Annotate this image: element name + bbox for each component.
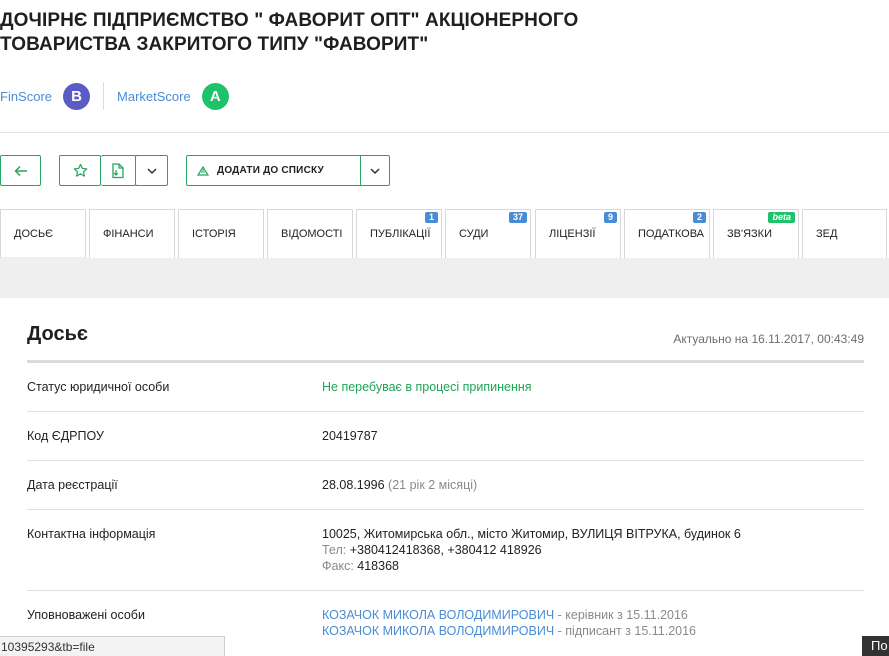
tab-label: ЗЕД [816,228,838,240]
phone-line: Тел: +380412418368, +380412 418926 [322,542,741,558]
registration-age: (21 рік 2 місяці) [388,478,478,492]
back-button[interactable] [0,155,41,186]
tab-label: ПУБЛІКАЦІЇ [370,228,431,240]
finscore-link[interactable]: FinScore [0,89,52,104]
star-icon [73,163,87,177]
authorized-person: КОЗАЧОК МИКОЛА ВОЛОДИМИРОВИЧ - керівник … [322,607,696,623]
add-to-list-group: ДОДАТИ ДО СПИСКУ [186,155,390,186]
tab-label: ВІДОМОСТІ [281,228,343,240]
person-role: - керівник з 15.11.2016 [554,608,688,622]
registration-date: 28.08.1996 [322,478,385,492]
row-divider [27,590,864,591]
tab-dossier[interactable]: ДОСЬЄ [0,209,86,258]
tab-label: ПОДАТКОВА [638,228,705,240]
company-title-line1: ДОЧІРНЄ ПІДПРИЄМСТВО " ФАВОРИТ ОПТ" АКЦІ… [0,10,579,31]
section-title: Досьє [27,323,88,345]
person-link[interactable]: КОЗАЧОК МИКОЛА ВОЛОДИМИРОВИЧ [322,608,554,622]
list-triangle-icon [197,165,209,176]
favorite-button[interactable] [59,155,101,186]
registration-label: Дата реєстрації [27,478,118,492]
export-button[interactable] [101,155,136,186]
authorized-person: КОЗАЧОК МИКОЛА ВОЛОДИМИРОВИЧ - підписант… [322,623,696,639]
section-title-rule [27,360,864,363]
add-to-list-label: ДОДАТИ ДО СПИСКУ [217,165,324,176]
fax-label: Факс: [322,559,354,573]
company-title: ДОЧІРНЄ ПІДПРИЄМСТВО " ФАВОРИТ ОПТ" АКЦІ… [0,9,720,57]
company-title-line2: ТОВАРИСТВА ЗАКРИТОГО ТИПУ "ФАВОРИТ" [0,34,429,55]
chevron-down-icon [370,167,380,174]
contacts-value: 10025, Житомирська обл., місто Житомир, … [322,526,741,574]
header-divider [0,132,889,133]
edrpou-value: 20419787 [322,429,378,443]
status-label: Статус юридичної особи [27,380,170,394]
courts-count-badge: 37 [508,212,527,223]
licenses-count-badge: 9 [603,212,617,223]
tab-licenses[interactable]: ЛІЦЕНЗІЇ 9 [535,209,621,258]
phone-value: +380412418368, +380412 418926 [349,543,542,557]
person-role: - підписант з 15.11.2016 [554,624,697,638]
export-dropdown-button[interactable] [135,155,168,186]
chevron-down-icon [146,167,157,174]
tab-label: СУДИ [459,228,489,240]
registration-value: 28.08.1996 (21 рік 2 місяці) [322,477,477,493]
fax-line: Факс: 418368 [322,558,741,574]
browser-status-url: 10395293&tb=file [0,636,225,656]
tab-publications[interactable]: ПУБЛІКАЦІЇ 1 [356,209,442,258]
actual-timestamp: Актуально на 16.11.2017, 00:43:49 [673,332,864,346]
row-divider [27,411,864,412]
tax-count-badge: 2 [692,212,706,223]
tab-bar: ДОСЬЄ ФІНАНСИ ІСТОРІЯ ВІДОМОСТІ ПУБЛІКАЦ… [0,209,889,258]
file-download-icon [112,162,124,178]
phone-label: Тел: [322,543,347,557]
fax-value: 418368 [357,559,399,573]
contacts-label: Контактна інформація [27,527,156,541]
add-to-list-button[interactable]: ДОДАТИ ДО СПИСКУ [187,156,360,185]
publications-count-badge: 1 [424,212,438,223]
row-divider [27,460,864,461]
marketscore-badge[interactable]: A [201,82,229,110]
score-divider [103,82,105,110]
tab-connections[interactable]: ЗВ'ЯЗКИ beta [713,209,799,258]
tab-label: ФІНАНСИ [103,228,154,240]
tab-tax[interactable]: ПОДАТКОВА 2 [624,209,710,258]
edrpou-label: Код ЄДРПОУ [27,429,104,443]
corner-button[interactable]: По [862,636,889,656]
tab-label: ІСТОРІЯ [192,228,236,240]
tab-foreign-trade[interactable]: ЗЕД [802,209,887,258]
arrow-left-icon [13,165,27,176]
tab-label: ЗВ'ЯЗКИ [727,228,772,240]
row-divider [27,509,864,510]
address: 10025, Житомирська обл., місто Житомир, … [322,527,741,541]
tab-label: ЛІЦЕНЗІЇ [549,228,596,240]
tab-finance[interactable]: ФІНАНСИ [89,209,175,258]
active-tab-joiner [1,257,85,259]
tab-label: ДОСЬЄ [14,228,54,240]
add-to-list-dropdown[interactable] [360,156,389,185]
scores-bar: FinScore B MarketScore A [0,82,229,110]
status-value: Не перебуває в процесі припинення [322,380,532,394]
authorized-label: Уповноважені особи [27,608,145,622]
finscore-badge[interactable]: B [63,82,91,110]
marketscore-link[interactable]: MarketScore [117,89,191,104]
beta-badge: beta [768,212,795,223]
tab-records[interactable]: ВІДОМОСТІ [267,209,353,258]
person-link[interactable]: КОЗАЧОК МИКОЛА ВОЛОДИМИРОВИЧ [322,624,554,638]
tab-history[interactable]: ІСТОРІЯ [178,209,264,258]
tab-courts[interactable]: СУДИ 37 [445,209,531,258]
authorized-value: КОЗАЧОК МИКОЛА ВОЛОДИМИРОВИЧ - керівник … [322,607,696,639]
